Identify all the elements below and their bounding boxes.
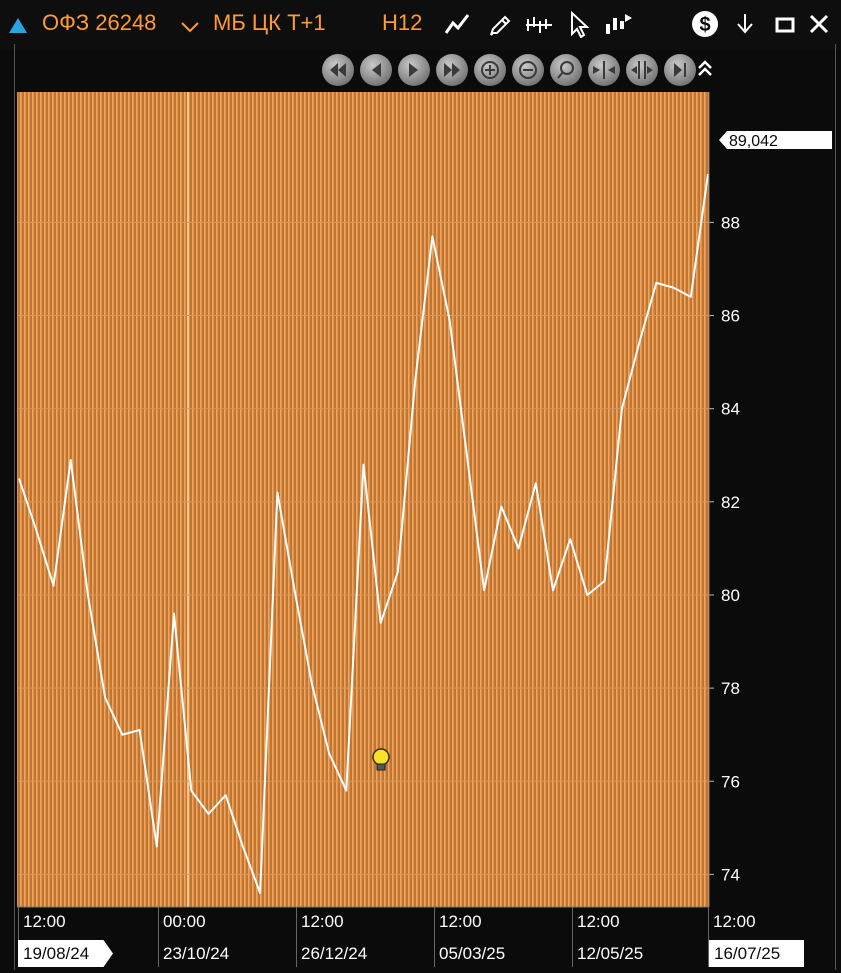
pencil-icon[interactable] [485, 8, 515, 40]
x-axis-time-label: 00:00 [163, 912, 206, 931]
x-axis-time-label: 12:00 [577, 912, 620, 931]
scroll-left-fast-icon[interactable] [322, 54, 354, 86]
x-axis-time-label: 12:00 [23, 912, 66, 931]
triangle-up-icon [8, 14, 28, 40]
scroll-end-icon[interactable] [664, 54, 696, 86]
expand-icon[interactable] [626, 54, 658, 86]
x-axis-date-label: 26/12/24 [301, 944, 368, 963]
arrow-down-icon[interactable] [730, 8, 760, 40]
instrument-name[interactable]: ОФЗ 26248 [42, 10, 156, 36]
line-chart-icon[interactable] [442, 8, 472, 40]
scroll-right-fast-icon[interactable] [436, 54, 468, 86]
x-axis-time-label: 12:00 [301, 912, 344, 931]
collapse-icon[interactable] [696, 58, 714, 85]
zoom-in-icon[interactable] [474, 54, 506, 86]
x-axis-time-label: 12:00 [439, 912, 482, 931]
indicator-icon[interactable] [603, 8, 633, 40]
x-axis-time-label: 12:00 [713, 912, 756, 931]
timeframe-selector[interactable]: H12 [382, 10, 422, 36]
close-icon[interactable] [804, 8, 834, 40]
x-axis-date-label: 19/08/24 [18, 940, 113, 967]
bars-icon[interactable] [524, 8, 554, 40]
x-axis-date-label: 05/03/25 [439, 944, 506, 963]
minimize-icon[interactable] [770, 8, 800, 40]
chart-frame [14, 44, 836, 970]
x-axis-date-label: 23/10/24 [163, 944, 230, 963]
x-axis-date-label: 12/05/25 [577, 944, 644, 963]
navigation-bar [322, 54, 722, 88]
scroll-left-icon[interactable] [360, 54, 392, 86]
compress-icon[interactable] [588, 54, 620, 86]
svg-text:$: $ [699, 14, 710, 36]
x-axis-date-label: 16/07/25 [709, 940, 804, 967]
chart-toolbar: ОФЗ 26248 МБ ЦК Т+1 H12 $ [0, 0, 841, 50]
scroll-right-icon[interactable] [398, 54, 430, 86]
dollar-icon[interactable]: $ [690, 8, 720, 40]
chevron-down-icon[interactable] [180, 14, 200, 40]
cursor-icon[interactable] [564, 8, 594, 40]
market-name[interactable]: МБ ЦК Т+1 [213, 10, 326, 36]
zoom-out-icon[interactable] [512, 54, 544, 86]
zoom-fit-icon[interactable] [550, 54, 582, 86]
